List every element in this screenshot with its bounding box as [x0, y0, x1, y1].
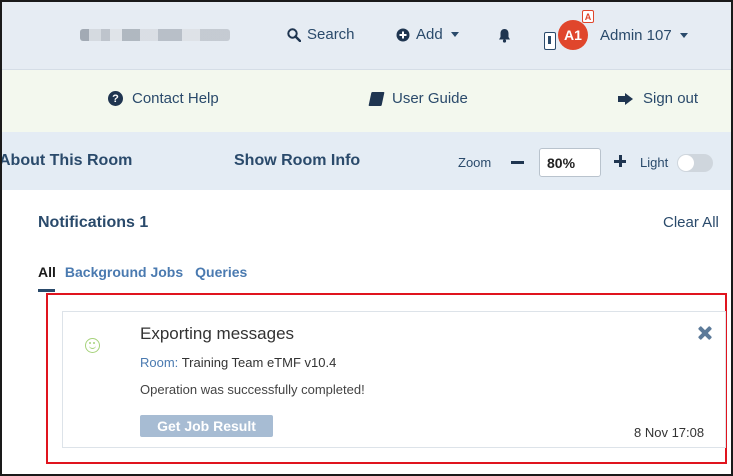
- zoom-label: Zoom: [458, 155, 492, 170]
- sign-out-link[interactable]: Sign out: [618, 90, 698, 107]
- room-name: Training Team eTMF v10.4: [181, 355, 337, 370]
- book-icon: [368, 91, 385, 106]
- avatar: A1: [558, 20, 588, 50]
- light-mode-label: Light: [640, 155, 669, 170]
- sign-out-label: Sign out: [643, 90, 699, 107]
- zoom-in-button[interactable]: [614, 155, 626, 167]
- zoom-input[interactable]: [539, 148, 601, 177]
- notification-timestamp: 8 Nov 17:08: [634, 425, 705, 440]
- add-dropdown[interactable]: Add: [396, 26, 459, 43]
- user-menu[interactable]: A1 A Admin 107: [544, 10, 688, 54]
- notifications-bell[interactable]: [498, 28, 511, 43]
- user-name: Admin 107: [600, 27, 688, 44]
- about-room-link[interactable]: About This Room: [2, 152, 132, 170]
- contact-help-link[interactable]: ? Contact Help: [108, 90, 219, 107]
- notification-tabs: All Background Jobs Queries: [38, 264, 247, 292]
- app-window: Search Add A1 A Admin 107 ? Contact Help…: [0, 0, 733, 476]
- add-label: Add: [416, 26, 443, 43]
- redacted-brand-logo[interactable]: [80, 29, 230, 41]
- light-mode-toggle[interactable]: [677, 154, 713, 172]
- search-icon: [287, 27, 301, 42]
- avatar-group: A1 A: [544, 10, 594, 54]
- search-button[interactable]: Search: [287, 26, 355, 43]
- notification-title: Exporting messages: [140, 324, 295, 343]
- contact-help-label: Contact Help: [132, 90, 219, 107]
- bell-icon: [499, 29, 510, 43]
- plus-circle-icon: [396, 28, 410, 41]
- user-name-label: Admin 107: [600, 27, 672, 44]
- show-room-info-link[interactable]: Show Room Info: [234, 152, 360, 170]
- user-guide-link[interactable]: User Guide: [368, 90, 468, 107]
- notification-message: Operation was successfully completed!: [140, 382, 365, 397]
- clear-all-button[interactable]: Clear All: [663, 214, 719, 231]
- smile-icon: [85, 338, 100, 353]
- tab-queries[interactable]: Queries: [195, 264, 247, 292]
- room-bar: About This Room Show Room Info Zoom Ligh…: [2, 132, 731, 190]
- sign-out-icon: [618, 92, 634, 105]
- help-bar: ? Contact Help User Guide Sign out: [2, 70, 731, 132]
- notifications-title: Notifications 1: [38, 214, 149, 231]
- room-label: Room:: [140, 355, 179, 370]
- get-job-result-button[interactable]: Get Job Result: [140, 415, 273, 437]
- chevron-down-icon: [679, 33, 688, 38]
- question-circle-icon: ?: [108, 91, 123, 106]
- user-guide-label: User Guide: [392, 90, 468, 107]
- search-label: Search: [307, 26, 355, 43]
- close-icon[interactable]: [697, 325, 713, 341]
- notification-card: Exporting messages Room: Training Team e…: [62, 311, 726, 448]
- chevron-down-icon: [450, 32, 459, 37]
- zoom-out-button[interactable]: [511, 161, 524, 164]
- avatar-badge: A: [582, 10, 594, 23]
- tab-all[interactable]: All: [38, 264, 56, 292]
- top-navbar: Search Add A1 A Admin 107: [2, 2, 731, 70]
- notification-room: Room: Training Team eTMF v10.4: [140, 355, 336, 370]
- tab-background-jobs[interactable]: Background Jobs: [65, 264, 183, 292]
- phone-icon: [544, 32, 556, 50]
